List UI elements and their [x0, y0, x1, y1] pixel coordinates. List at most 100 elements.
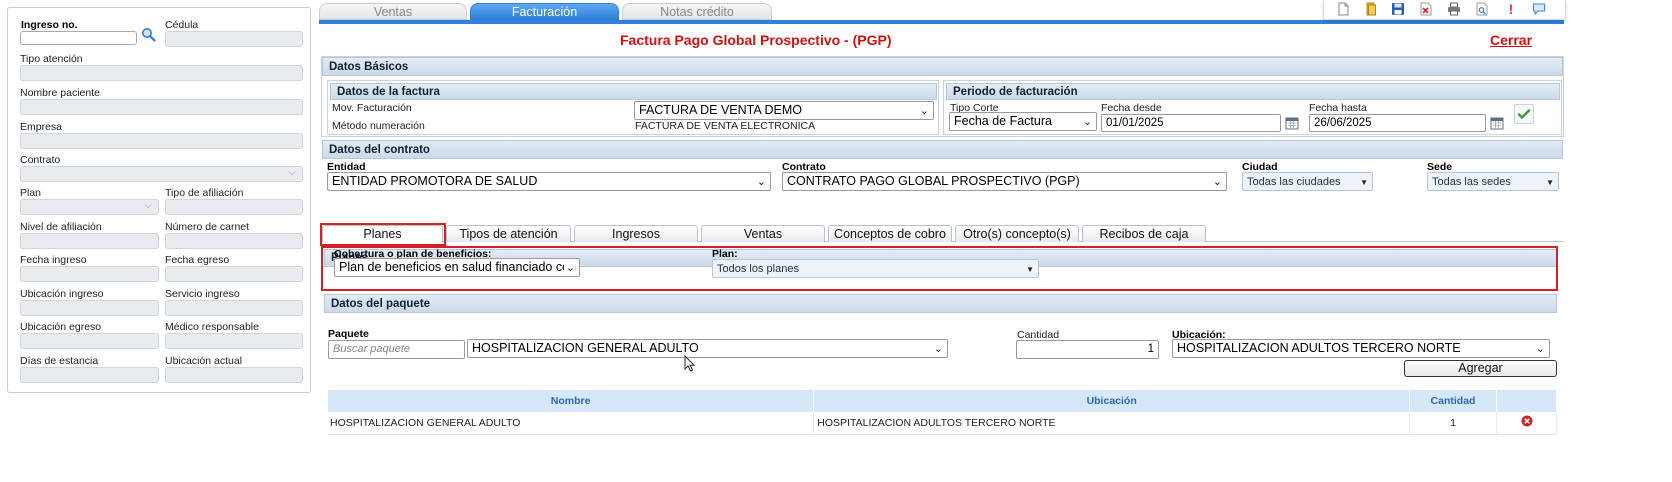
- column-header-ubicacion[interactable]: Ubicación: [813, 390, 1411, 412]
- paquetes-table: Nombre Ubicación Cantidad HOSPITALIZACIO…: [328, 390, 1557, 435]
- fecha-egreso-label: Fecha egreso: [165, 254, 230, 266]
- paquete-search-input[interactable]: Buscar paquete: [328, 340, 465, 359]
- chevron-down-icon: ⌵: [144, 200, 152, 211]
- servicio-ingreso-field: [165, 300, 303, 316]
- ciudad-select[interactable]: Todas las ciudades ▼: [1242, 172, 1373, 191]
- tab-ventas[interactable]: Ventas: [319, 3, 467, 20]
- paquete-header: Datos del paquete: [324, 294, 1557, 313]
- tipo-afiliacion-label: Tipo de afiliación: [165, 187, 244, 199]
- chevron-down-icon: ⌄: [1082, 116, 1092, 128]
- highlight-planes-box: [321, 246, 1558, 291]
- calendar-icon[interactable]: [1490, 116, 1504, 133]
- plan-label: Plan: [20, 187, 42, 199]
- fecha-egreso-field: [165, 266, 303, 282]
- tab-conceptos-cobro[interactable]: Conceptos de cobro: [828, 225, 952, 242]
- dias-estancia-label: Días de estancia: [20, 355, 99, 367]
- chevron-down-icon: ⌄: [919, 105, 929, 117]
- metodo-numeracion-value: FACTURA DE VENTA ELECTRONICA: [635, 120, 816, 132]
- medico-responsable-label: Médico responsable: [165, 321, 259, 333]
- search-icon[interactable]: [141, 27, 156, 45]
- ubicacion-egreso-field: [20, 333, 159, 349]
- mouse-cursor-icon: [684, 354, 696, 375]
- chat-icon[interactable]: [1532, 2, 1546, 16]
- tipo-corte-select[interactable]: Fecha de Factura ⌄: [949, 112, 1097, 131]
- numero-carnet-field: [165, 233, 303, 249]
- numero-carnet-label: Número de carnet: [165, 221, 250, 233]
- contrato-select: ⌵: [20, 166, 303, 182]
- fecha-ingreso-label: Fecha ingreso: [20, 254, 87, 266]
- tab-ingresos[interactable]: Ingresos: [574, 225, 698, 242]
- fecha-hasta-label: Fecha hasta: [1309, 102, 1367, 114]
- column-header-cantidad[interactable]: Cantidad: [1409, 390, 1497, 412]
- ingreso-input[interactable]: [20, 31, 137, 45]
- contrato-header: Datos del contrato: [322, 140, 1563, 159]
- preview-icon[interactable]: [1475, 2, 1489, 16]
- new-doc-icon[interactable]: [1336, 2, 1350, 16]
- tipo-atencion-label: Tipo atención: [20, 53, 83, 65]
- cedula-field: [165, 31, 303, 47]
- mov-facturacion-select[interactable]: FACTURA DE VENTA DEMO ⌄: [634, 101, 934, 120]
- datos-basicos-header: Datos Básicos: [322, 57, 1563, 76]
- calendar-icon[interactable]: [1285, 116, 1299, 133]
- ubicacion-actual-field: [165, 367, 303, 383]
- fecha-hasta-input[interactable]: 26/06/2025: [1309, 114, 1486, 132]
- contrato-label: Contrato: [20, 154, 61, 166]
- tab-otros-conceptos[interactable]: Otro(s) concepto(s): [955, 225, 1079, 242]
- confirm-check-icon[interactable]: [1514, 104, 1534, 124]
- chevron-down-icon: ⌄: [756, 176, 766, 188]
- plan-select: ⌵: [20, 199, 159, 215]
- delete-icon[interactable]: [1521, 415, 1533, 430]
- cell-nombre: HOSPITALIZACION GENERAL ADULTO: [328, 412, 815, 435]
- tab-facturacion[interactable]: Facturación: [470, 3, 619, 20]
- sede-select[interactable]: Todas las sedes ▼: [1427, 172, 1559, 191]
- dias-estancia-field: [20, 367, 159, 383]
- delete-row-cell: [1496, 412, 1557, 435]
- fecha-desde-input[interactable]: 01/01/2025: [1101, 114, 1281, 132]
- fecha-ingreso-field: [20, 266, 159, 282]
- tipo-atencion-field: [20, 65, 303, 81]
- paquete-select[interactable]: HOSPITALIZACION GENERAL ADULTO ⌄: [467, 339, 948, 358]
- open-folder-icon[interactable]: [1364, 2, 1378, 16]
- tab-ventas[interactable]: Ventas: [701, 225, 825, 242]
- nombre-paciente-label: Nombre paciente: [20, 87, 100, 99]
- chevron-down-icon: ⌄: [1535, 343, 1545, 355]
- cell-ubicacion: HOSPITALIZACION ADULTOS TERCERO NORTE: [813, 412, 1411, 435]
- entidad-select[interactable]: ENTIDAD PROMOTORA DE SALUD ⌄: [327, 172, 771, 191]
- table-header-row: Nombre Ubicación Cantidad: [328, 390, 1557, 412]
- periodo-header: Periodo de facturación: [946, 83, 1560, 100]
- ingreso-label: Ingreso no.: [21, 19, 78, 31]
- page-title: Factura Pago Global Prospectivo - (PGP): [620, 32, 892, 48]
- toolbar: !: [1323, 0, 1566, 20]
- ubicacion-actual-label: Ubicación actual: [165, 355, 243, 367]
- excel-icon[interactable]: [1419, 2, 1433, 16]
- cedula-label: Cédula: [165, 19, 199, 31]
- metodo-numeracion-label: Método numeración: [332, 120, 425, 132]
- tab-tipos-atencion[interactable]: Tipos de atención: [446, 225, 571, 242]
- tab-recibos-caja[interactable]: Recibos de caja: [1082, 225, 1206, 242]
- nombre-paciente-field: [20, 99, 303, 115]
- caret-down-icon: ▼: [1546, 178, 1554, 187]
- ubicacion-egreso-label: Ubicación egreso: [20, 321, 102, 333]
- servicio-ingreso-label: Servicio ingreso: [165, 288, 240, 300]
- top-tabs-bar: [319, 20, 1564, 24]
- caret-down-icon: ▼: [1360, 178, 1368, 187]
- fecha-desde-label: Fecha desde: [1101, 102, 1162, 114]
- contrato-select[interactable]: CONTRATO PAGO GLOBAL PROSPECTIVO (PGP) ⌄: [782, 172, 1227, 191]
- ubicacion-select[interactable]: HOSPITALIZACION ADULTOS TERCERO NORTE ⌄: [1172, 339, 1550, 358]
- tipo-afiliacion-field: [165, 199, 303, 215]
- medico-responsable-field: [165, 333, 303, 349]
- ubicacion-ingreso-field: [20, 300, 159, 316]
- nivel-afiliacion-label: Nivel de afiliación: [20, 221, 102, 233]
- agregar-button[interactable]: Agregar: [1404, 360, 1557, 377]
- paquete-label: Paquete: [328, 328, 369, 340]
- cantidad-input[interactable]: 1: [1016, 340, 1159, 359]
- tab-notas-credito[interactable]: Notas crédito: [622, 3, 772, 20]
- nivel-afiliacion-field: [20, 233, 159, 249]
- column-header-nombre[interactable]: Nombre: [328, 390, 815, 412]
- alert-icon[interactable]: !: [1504, 2, 1518, 16]
- close-link[interactable]: Cerrar: [1490, 32, 1532, 48]
- print-icon[interactable]: [1447, 2, 1461, 16]
- save-icon[interactable]: [1391, 2, 1405, 16]
- table-row: HOSPITALIZACION GENERAL ADULTO HOSPITALI…: [328, 412, 1557, 435]
- empresa-field: [20, 133, 303, 149]
